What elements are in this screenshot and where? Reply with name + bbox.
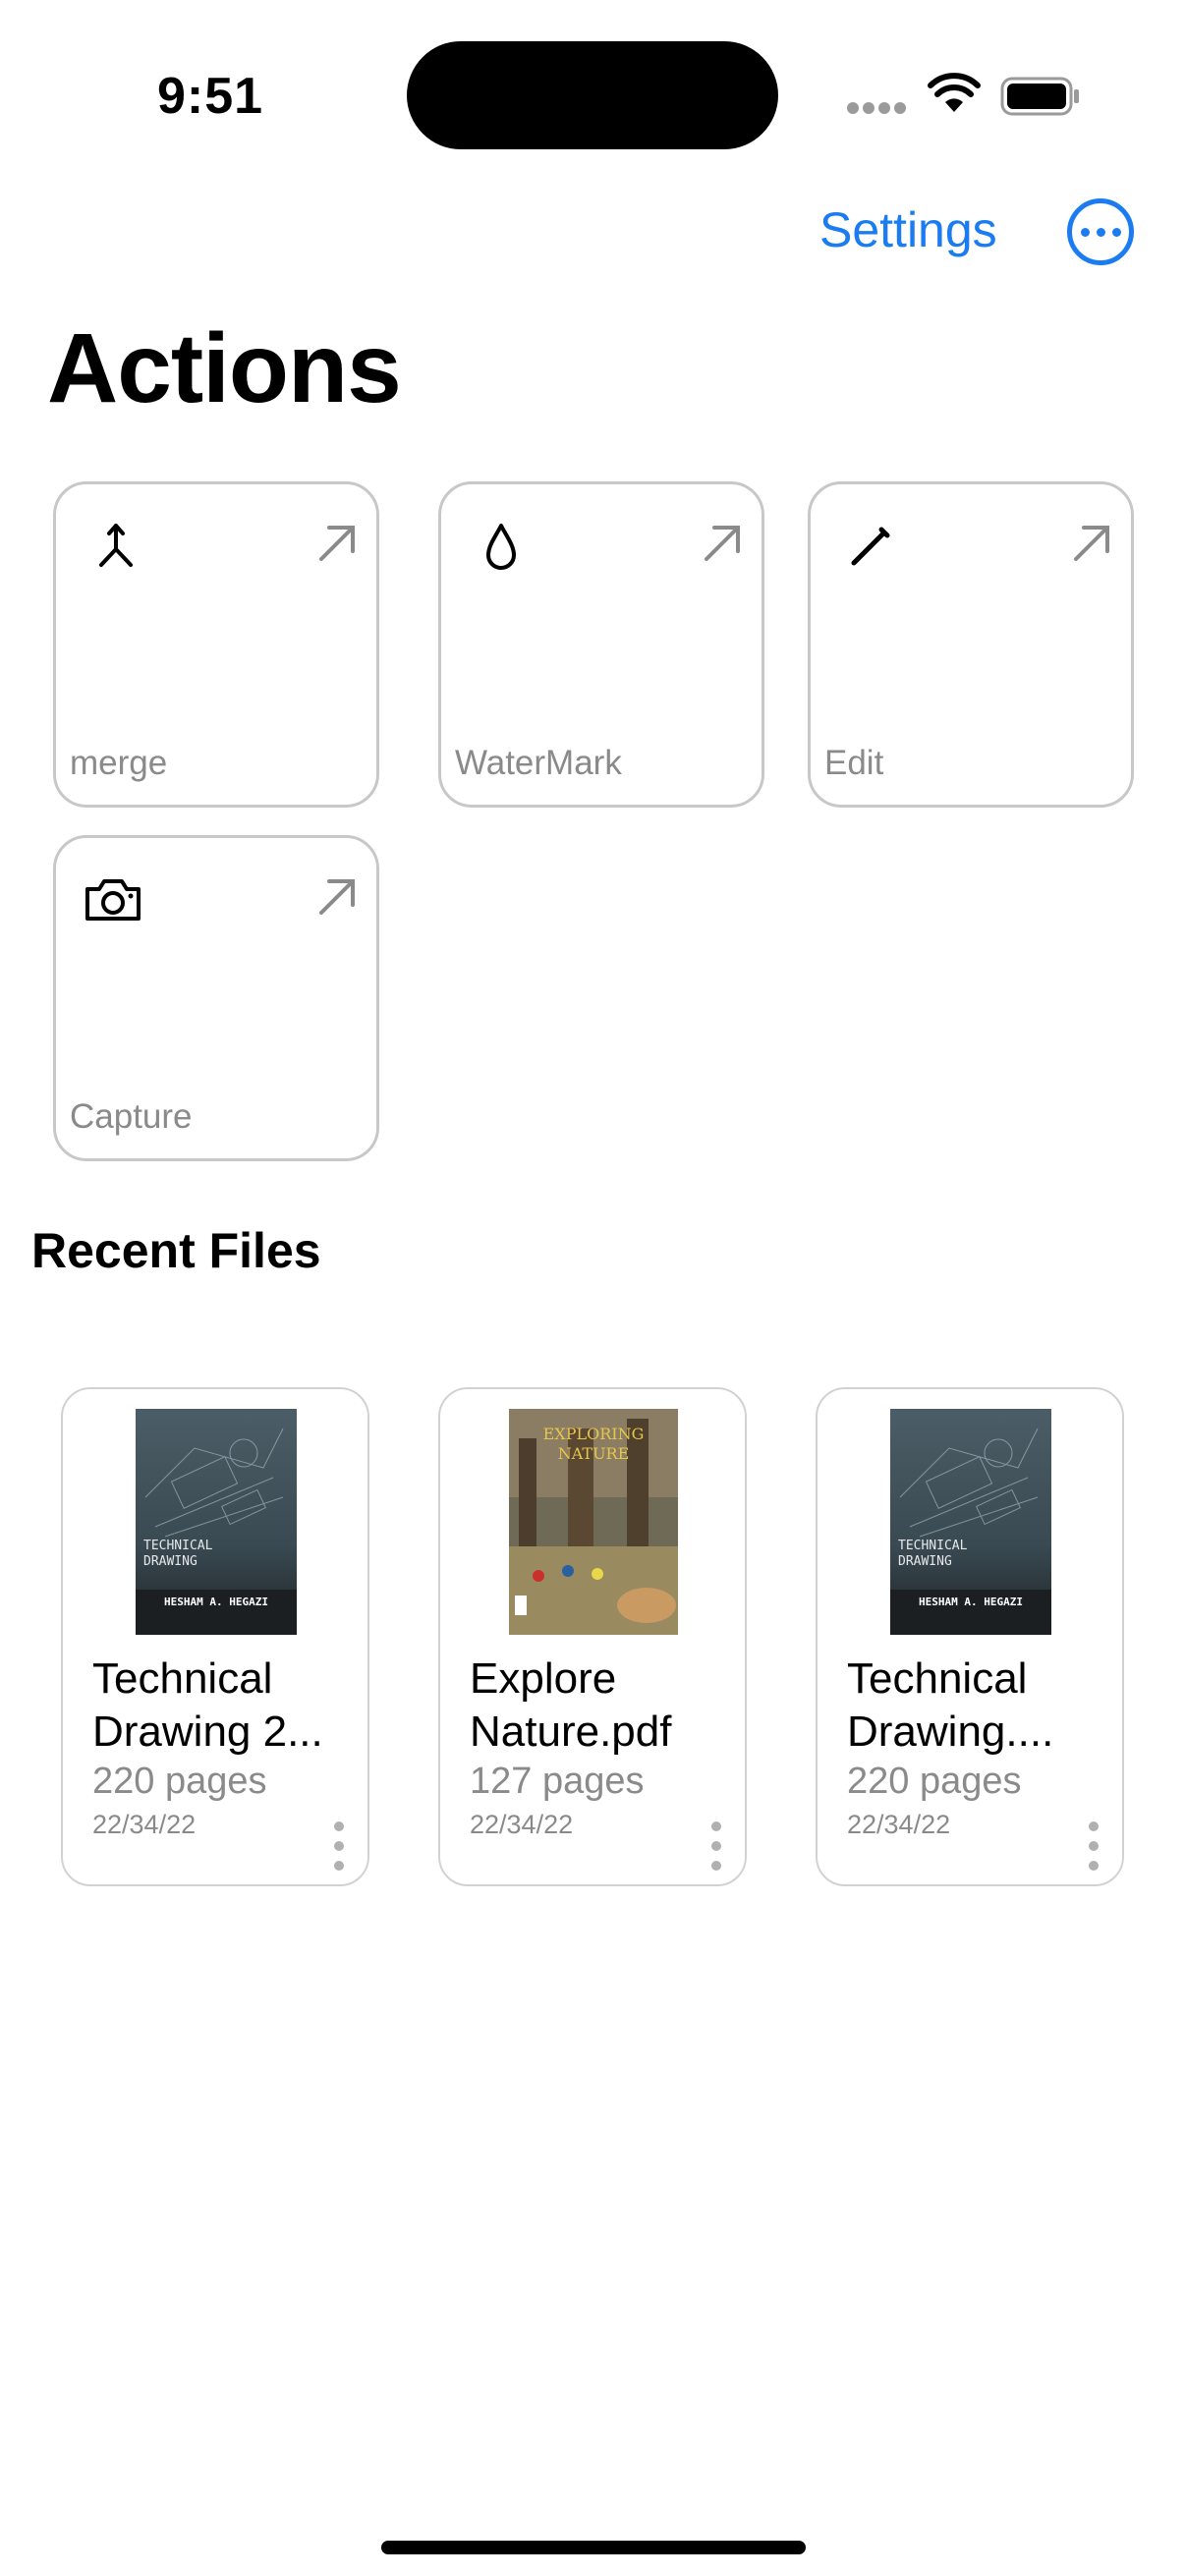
merge-icon — [99, 524, 133, 567]
file-card[interactable]: TECHNICAL DRAWING HESHAM A. HEGAZI Techn… — [61, 1387, 369, 1886]
more-options-button[interactable] — [1067, 198, 1134, 265]
drop-icon — [486, 524, 516, 570]
cover-author: HESHAM A. HEGAZI — [919, 1596, 1023, 1608]
cellular-signal-icon — [847, 101, 910, 115]
home-indicator[interactable] — [381, 2541, 806, 2554]
arrow-up-right-icon — [319, 526, 355, 561]
arrow-up-right-icon — [705, 526, 740, 561]
file-thumbnail: EXPLORING NATURE — [509, 1409, 678, 1635]
file-thumbnail: TECHNICAL DRAWING HESHAM A. HEGAZI — [890, 1409, 1051, 1635]
wifi-icon — [928, 73, 981, 112]
arrow-up-right-icon — [1074, 526, 1109, 561]
cover-title: TECHNICAL DRAWING — [143, 1539, 213, 1569]
action-card-watermark[interactable]: WaterMark — [438, 481, 764, 808]
action-label: Capture — [70, 1097, 193, 1136]
action-label: WaterMark — [455, 744, 622, 782]
action-card-capture[interactable]: Capture — [53, 835, 379, 1161]
cover-title: TECHNICAL DRAWING — [898, 1539, 968, 1569]
recent-files-heading: Recent Files — [31, 1223, 321, 1278]
pencil-icon — [851, 527, 890, 566]
status-time: 9:51 — [157, 68, 264, 125]
file-pages: 127 pages — [470, 1761, 645, 1802]
dynamic-island — [407, 41, 778, 149]
arrow-up-right-icon — [319, 879, 355, 915]
file-date: 22/34/22 — [847, 1810, 951, 1839]
file-name: Technical Drawing.... — [847, 1654, 1054, 1756]
file-card[interactable]: TECHNICAL DRAWING HESHAM A. HEGAZI Techn… — [816, 1387, 1124, 1886]
action-label: merge — [70, 744, 168, 782]
cover-author: HESHAM A. HEGAZI — [164, 1596, 268, 1608]
action-card-edit[interactable]: Edit — [808, 481, 1134, 808]
file-name: Technical Drawing 2... — [92, 1654, 323, 1756]
file-thumbnail: TECHNICAL DRAWING HESHAM A. HEGAZI — [136, 1409, 297, 1635]
file-name: Explore Nature.pdf — [470, 1654, 672, 1756]
cover-title: EXPLORING NATURE — [542, 1425, 645, 1463]
settings-button[interactable]: Settings — [819, 201, 997, 258]
more-vertical-icon[interactable] — [334, 1821, 344, 1871]
ellipsis-circle-icon — [1080, 227, 1090, 237]
page-title: Actions — [47, 313, 402, 423]
action-label: Edit — [824, 744, 884, 782]
file-date: 22/34/22 — [92, 1810, 197, 1839]
camera-icon — [85, 879, 141, 921]
more-vertical-icon[interactable] — [711, 1821, 721, 1871]
file-pages: 220 pages — [92, 1761, 267, 1802]
action-card-merge[interactable]: merge — [53, 481, 379, 808]
file-card[interactable]: EXPLORING NATURE Explore Nature.pdf 127 … — [438, 1387, 747, 1886]
more-vertical-icon[interactable] — [1089, 1821, 1099, 1871]
battery-icon — [1000, 77, 1079, 116]
file-date: 22/34/22 — [470, 1810, 574, 1839]
file-pages: 220 pages — [847, 1761, 1022, 1802]
